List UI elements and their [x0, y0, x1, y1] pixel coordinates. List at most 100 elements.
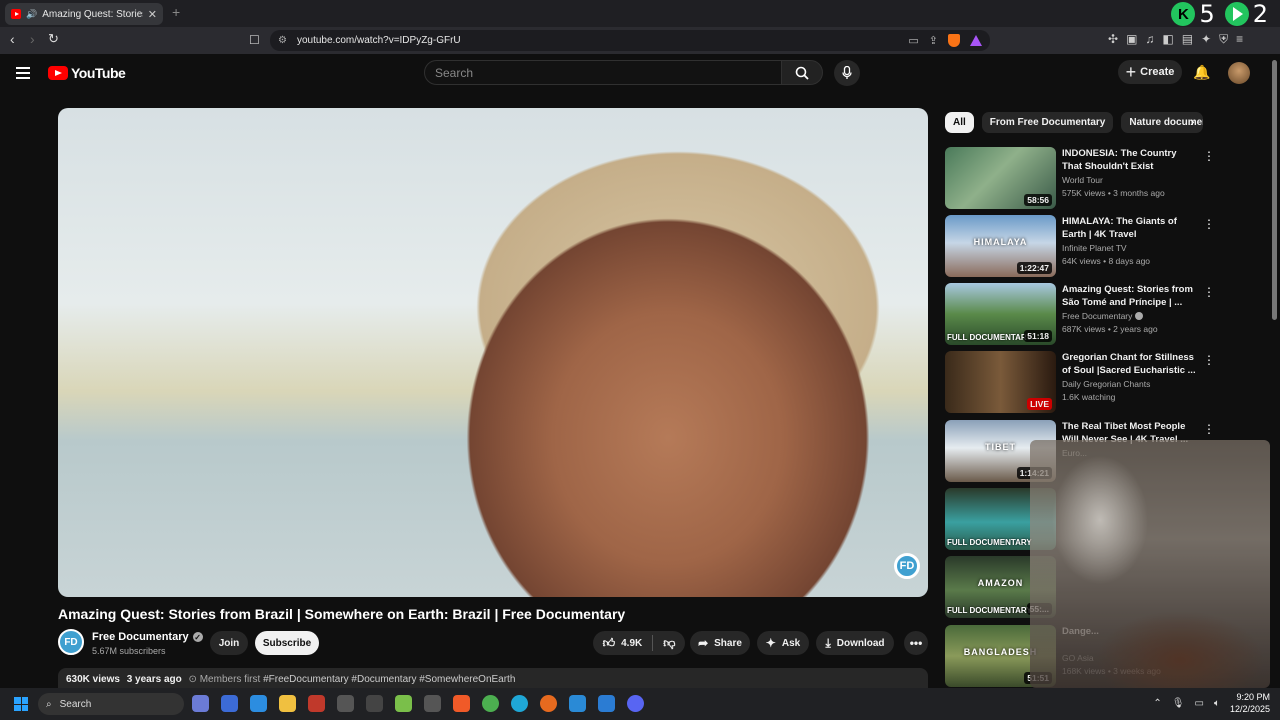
video-thumbnail[interactable]: HIMALAYA 1:22:47 [945, 215, 1056, 277]
brave-icon[interactable] [453, 695, 470, 712]
channel-avatar[interactable]: FD [58, 629, 84, 655]
suggested-video-title[interactable]: Gregorian Chant for Stillness of Soul |S… [1062, 351, 1198, 377]
file-explorer-icon[interactable] [279, 695, 296, 712]
wallet-icon[interactable]: ▤ [1182, 32, 1193, 47]
mic-tray-icon[interactable]: 🎙︎ [1172, 698, 1185, 709]
brave-shield-icon[interactable] [948, 34, 960, 47]
suggested-channel-name[interactable]: Free Documentary [1062, 311, 1132, 321]
suggested-channel-row[interactable]: World Tour [1062, 175, 1103, 185]
close-tab-icon[interactable]: ✕ [148, 8, 157, 21]
edge-icon[interactable] [511, 695, 528, 712]
browser-tab[interactable]: 🔊 Amazing Quest: Stories from ✕ [5, 3, 163, 25]
channel-name-row[interactable]: Free Documentary ✓ [92, 631, 203, 643]
suggested-channel-name[interactable]: World Tour [1062, 175, 1103, 185]
windows-start-icon[interactable] [14, 697, 28, 711]
puzzle-icon[interactable]: ✣ [1108, 32, 1118, 47]
remote-desktop-icon[interactable] [250, 695, 267, 712]
clock-app-icon[interactable] [337, 695, 354, 712]
bookmark-icon[interactable]: ☐ [249, 33, 260, 47]
more-options-icon[interactable]: ⋮ [1203, 217, 1215, 231]
like-count[interactable]: 4.9K [621, 638, 642, 649]
like-thumb-icon[interactable]: 👍︎ [603, 636, 616, 651]
taskbar-search[interactable]: ⌕ Search [38, 693, 184, 715]
clock[interactable]: 9:20 PM 12/2/2025 [1230, 691, 1270, 715]
more-options-icon[interactable]: ⋮ [1203, 353, 1215, 367]
volume-icon[interactable]: 🔈︎ [1214, 698, 1220, 709]
copilot-icon[interactable] [192, 695, 209, 712]
ask-button[interactable]: ✦ Ask [757, 631, 809, 655]
video-player[interactable]: FD [58, 108, 928, 597]
subscribe-button[interactable]: Subscribe [255, 631, 319, 655]
brave-rewards-icon[interactable] [970, 35, 982, 46]
cast-icon[interactable]: ▭ [908, 34, 918, 47]
more-options-icon[interactable]: ⋮ [1203, 422, 1215, 436]
screenshot-icon[interactable]: ▣ [1126, 32, 1137, 47]
join-button[interactable]: Join [210, 631, 248, 655]
discord-icon[interactable] [627, 695, 644, 712]
suggested-channel-row[interactable]: Infinite Planet TV [1062, 243, 1127, 253]
infinity-app-icon[interactable] [569, 695, 586, 712]
description-box[interactable]: 630K views 3 years ago ⊙ Members first #… [58, 668, 928, 690]
suggested-video[interactable]: FULL DOCUMENTARY 51:18 Amazing Quest: Stor… [945, 283, 1215, 345]
video-thumbnail[interactable]: 58:56 [945, 147, 1056, 209]
chip-from-free-documentary[interactable]: From Free Documentary [981, 112, 1114, 133]
suggested-channel-row[interactable]: Free Documentary [1062, 311, 1144, 321]
chevron-up-icon[interactable]: ⌃ [1153, 698, 1161, 709]
search-input[interactable]: Search [424, 60, 782, 85]
site-info-icon[interactable]: ⚙ [278, 35, 287, 46]
more-options-icon[interactable]: ⋮ [1203, 285, 1215, 299]
settings-icon[interactable] [424, 695, 441, 712]
leo-ai-icon[interactable]: ✦ [1201, 32, 1211, 47]
youtube-logo[interactable]: YouTube [48, 65, 126, 81]
more-actions-button[interactable]: ••• [904, 631, 928, 655]
more-options-icon[interactable]: ⋮ [1203, 149, 1215, 163]
vscode-icon[interactable] [598, 695, 615, 712]
download-button[interactable]: ⤓ Download [816, 631, 894, 655]
suggested-channel-row[interactable]: Daily Gregorian Chants [1062, 379, 1150, 389]
scrollbar[interactable] [1272, 60, 1277, 320]
suggested-video[interactable]: LIVE Gregorian Chant for Stillness of Sou… [945, 351, 1215, 413]
new-tab-button[interactable]: + [172, 4, 180, 20]
sidebar-icon[interactable]: ◧ [1162, 32, 1173, 47]
music-icon[interactable]: ♫ [1145, 32, 1154, 47]
back-icon[interactable]: ‹ [10, 31, 15, 47]
vpn-icon[interactable]: ⛨ [1219, 32, 1228, 47]
suggested-video[interactable]: 58:56 INDONESIA: The Country That Shouldn… [945, 147, 1215, 209]
suggested-video-title[interactable]: Amazing Quest: Stories from São Tomé and… [1062, 283, 1198, 309]
play-app-icon[interactable] [1224, 2, 1249, 26]
hashtags[interactable]: #FreeDocumentary #Documentary #Somewhere… [263, 674, 515, 685]
voice-search-button[interactable] [834, 60, 860, 86]
suggested-video-title[interactable]: INDONESIA: The Country That Shouldn't Ex… [1062, 147, 1198, 173]
suggested-video[interactable]: HIMALAYA 1:22:47 HIMALAYA: The Giants of E… [945, 215, 1215, 277]
firefox-icon[interactable] [540, 695, 557, 712]
suggested-video-title[interactable]: HIMALAYA: The Giants of Earth | 4K Trave… [1062, 215, 1198, 241]
shield-app-icon[interactable] [395, 695, 412, 712]
share-button[interactable]: ➦ Share [690, 631, 750, 655]
store-icon[interactable] [221, 695, 238, 712]
chip-all[interactable]: All [945, 112, 974, 133]
suggested-channel-name[interactable]: Infinite Planet TV [1062, 243, 1127, 253]
suggested-channel-name[interactable]: Daily Gregorian Chants [1062, 379, 1150, 389]
forward-icon[interactable]: › [30, 31, 35, 47]
menu-icon[interactable]: ≡ [1236, 32, 1243, 47]
network-icon[interactable]: ▭ [1195, 698, 1204, 709]
share-page-icon[interactable]: ⇪ [929, 34, 938, 47]
video-thumbnail[interactable]: LIVE [945, 351, 1056, 413]
reload-icon[interactable]: ↻ [48, 31, 59, 47]
k-app-icon[interactable]: K [1171, 2, 1196, 26]
dislike-thumb-icon[interactable]: 👎︎ [663, 636, 675, 651]
notifications-bell-icon[interactable]: 🔔 [1193, 64, 1210, 81]
media-player-icon[interactable] [308, 695, 325, 712]
channel-watermark[interactable]: FD [894, 553, 920, 579]
speaker-icon[interactable]: 🔊 [26, 9, 37, 20]
video-thumbnail[interactable]: FULL DOCUMENTARY 51:18 [945, 283, 1056, 345]
chevron-right-icon[interactable]: › [1190, 113, 1195, 129]
search-button[interactable] [781, 60, 823, 85]
channel-name[interactable]: Free Documentary [92, 631, 189, 643]
account-avatar[interactable] [1228, 62, 1250, 84]
capcut-icon[interactable] [366, 695, 383, 712]
create-button[interactable]: + Create [1118, 60, 1182, 84]
chrome-icon[interactable] [482, 695, 499, 712]
hamburger-menu-icon[interactable] [16, 67, 30, 79]
address-bar[interactable]: ⚙ youtube.com/watch?v=IDPyZg-GFrU ▭ ⇪ [270, 30, 990, 51]
